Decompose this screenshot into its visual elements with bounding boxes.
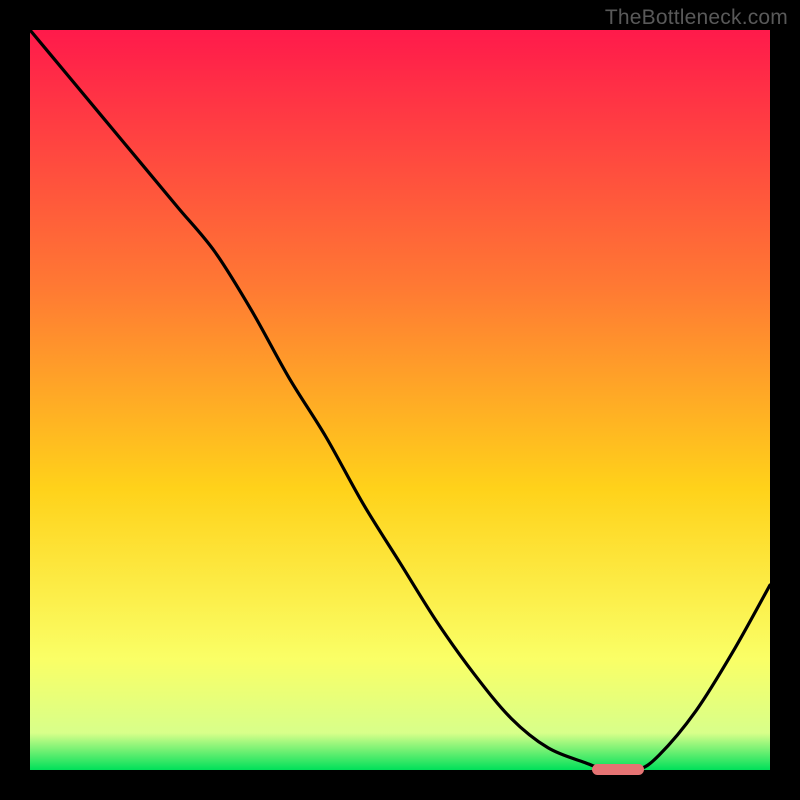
bottleneck-plot (30, 30, 770, 770)
optimum-marker (592, 764, 644, 775)
chart-frame (30, 30, 770, 770)
gradient-background (30, 30, 770, 770)
watermark-text: TheBottleneck.com (605, 6, 788, 30)
